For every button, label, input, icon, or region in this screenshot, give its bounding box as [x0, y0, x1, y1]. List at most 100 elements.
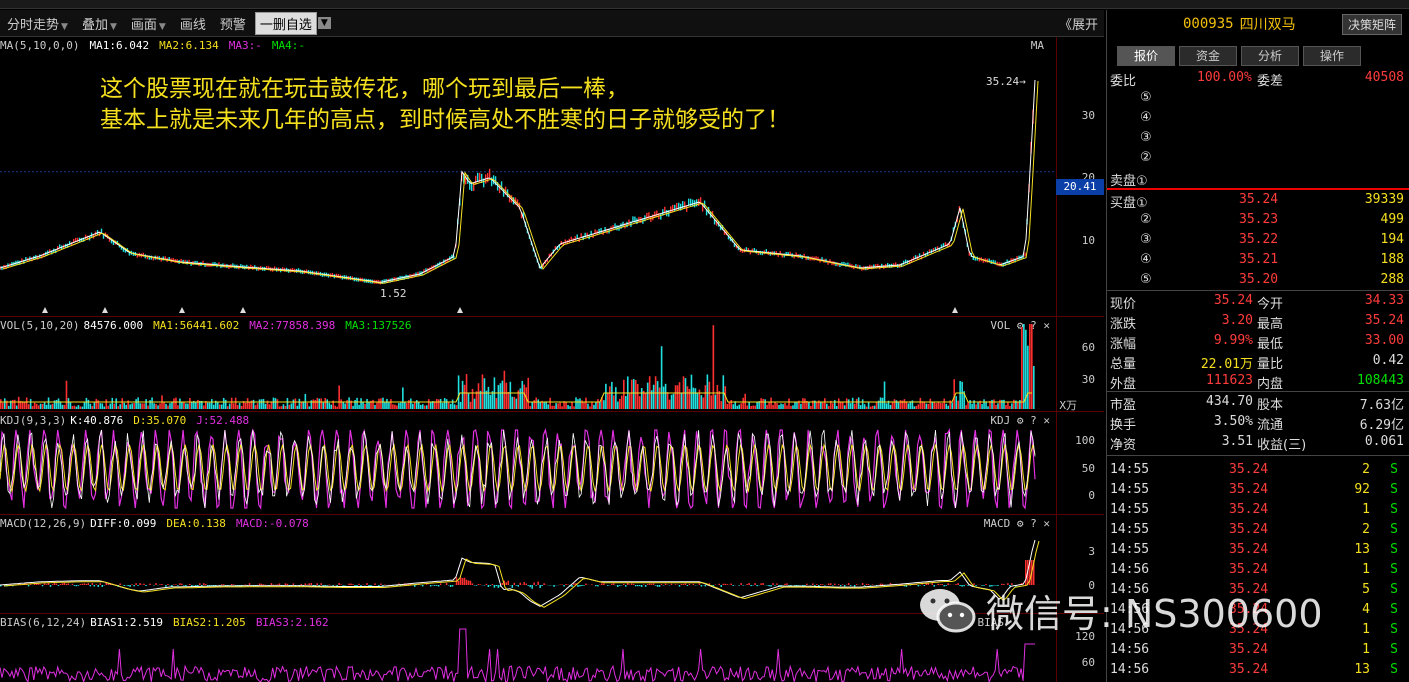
level-label: ⑤ [1140, 90, 1152, 105]
volume-bar [891, 402, 894, 409]
volume-bar [0, 399, 2, 409]
tick-row: 14:55 35.24 1 S [1107, 500, 1409, 520]
toolbar-intraday[interactable]: 分时走势 ▼ [0, 14, 75, 33]
volume-bar [621, 395, 623, 409]
watchlist-select[interactable]: 一删自选 [254, 11, 317, 35]
quote-row: 涨跌 3.20 最高 35.24 [1107, 311, 1409, 332]
macd-bar [352, 584, 354, 585]
toolbar-draw[interactable]: 画线 [173, 14, 213, 33]
volume-bar [965, 405, 967, 409]
tab-funds[interactable]: 资金 [1179, 46, 1237, 66]
volume-bar [644, 392, 647, 409]
volume-bar [396, 405, 398, 409]
volume-bar [197, 399, 199, 409]
macd-bar [776, 583, 778, 585]
order-ratio-label: 委比 [1110, 74, 1137, 89]
volume-bar [977, 402, 979, 409]
volume-bar [609, 386, 611, 409]
volume-bar [392, 404, 394, 409]
level-label: ③ [1140, 130, 1152, 145]
bias-chart[interactable] [0, 614, 1056, 682]
volume-bar [394, 404, 396, 409]
volume-bar [756, 402, 758, 409]
buy-level-row[interactable]: 买盘① 35.24 39339 [1107, 190, 1409, 211]
macd-bar [581, 585, 583, 587]
volume-bar [344, 403, 346, 409]
volume-bar [292, 399, 295, 409]
tab-quote[interactable]: 报价 [1117, 46, 1175, 66]
volume-bar [708, 381, 711, 409]
volume-bar [183, 401, 185, 409]
macd-bar [45, 584, 48, 585]
volume-bar [730, 399, 733, 409]
dea-line [3, 540, 1040, 608]
volume-bar [7, 405, 10, 409]
volume-chart[interactable] [0, 317, 1056, 411]
volume-bar [666, 392, 669, 409]
volume-bar [489, 394, 492, 409]
volume-bar [762, 398, 764, 409]
volume-bar [153, 403, 155, 409]
toolbar-layout[interactable]: 画面 ▼ [124, 14, 173, 33]
volume-bar [23, 401, 26, 409]
chevron-down-icon[interactable]: ▼ [317, 17, 331, 29]
volume-bar [228, 403, 231, 409]
tick-list[interactable]: 14:55 35.24 2 S 14:55 35.24 92 S 14:55 35.24 1 S 14:… [1107, 460, 1409, 680]
quote-value: 35.24 [1213, 293, 1253, 308]
volume-bar [439, 398, 442, 409]
macd-bar [632, 584, 635, 585]
buy-level-row[interactable]: ② 35.23 499 [1107, 210, 1409, 230]
macd-bar [603, 583, 605, 585]
buy-level-row[interactable]: ④ 35.21 188 [1107, 250, 1409, 270]
stock-header: 000935 四川双马 决策矩阵 [1107, 10, 1409, 38]
volume-bar [824, 398, 826, 409]
kdj-chart[interactable] [0, 412, 1056, 514]
chart-toolbar: 分时走势 ▼ 叠加 ▼ 画面 ▼ 画线 预警 一删自选 ▼ 《展开 [0, 10, 1104, 37]
buy-level-row[interactable]: ⑤ 35.20 288 [1107, 270, 1409, 290]
volume-bar [471, 388, 474, 409]
macd-bar [81, 583, 84, 585]
macd-bar [820, 584, 822, 585]
volume-bar [27, 404, 30, 409]
macd-bar [863, 585, 866, 586]
tab-operation[interactable]: 操作 [1303, 46, 1361, 66]
macd-bar [648, 583, 651, 585]
volume-bar [748, 401, 750, 409]
decision-matrix-button[interactable]: 决策矩阵 [1341, 13, 1402, 35]
toolbar-alert[interactable]: 预警 [213, 14, 253, 33]
macd-bar [292, 583, 295, 585]
toolbar-overlay[interactable]: 叠加 ▼ [75, 14, 124, 33]
sell-book: ⑤ ④ ③ ② 卖盘① [1107, 88, 1409, 189]
tick-volume: 1 [1362, 502, 1370, 517]
volume-bar [272, 397, 275, 409]
volume-bar [276, 399, 279, 409]
volume-bar [849, 403, 852, 409]
macd-bar [414, 585, 416, 587]
macd-bar [183, 585, 185, 586]
volume-bar [881, 397, 884, 409]
volume-bar [1001, 399, 1003, 409]
volume-bar [714, 394, 717, 409]
volume-bar [294, 398, 297, 409]
macd-bar [131, 584, 133, 585]
volume-bar [77, 405, 80, 409]
volume-bar [694, 388, 697, 409]
tab-analysis[interactable]: 分析 [1241, 46, 1299, 66]
quote-label: 最高 [1257, 317, 1284, 332]
fund-value: 3.51 [1221, 434, 1253, 449]
volume-bar [937, 401, 940, 409]
volume-bar [71, 405, 74, 409]
volume-bar [380, 398, 382, 409]
volume-bar [780, 403, 782, 409]
volume-bar [630, 379, 633, 409]
buy-level-row[interactable]: ③ 35.22 194 [1107, 230, 1409, 250]
volume-bar [1009, 405, 1011, 409]
volume-bar [947, 405, 950, 409]
macd-chart[interactable] [0, 515, 1056, 613]
volume-bar [640, 388, 643, 409]
expand-button[interactable]: 《展开 [1052, 14, 1104, 33]
volume-bar [495, 397, 498, 409]
volume-bar [565, 402, 567, 409]
volume-bar [123, 402, 126, 409]
macd-bar [43, 583, 46, 585]
